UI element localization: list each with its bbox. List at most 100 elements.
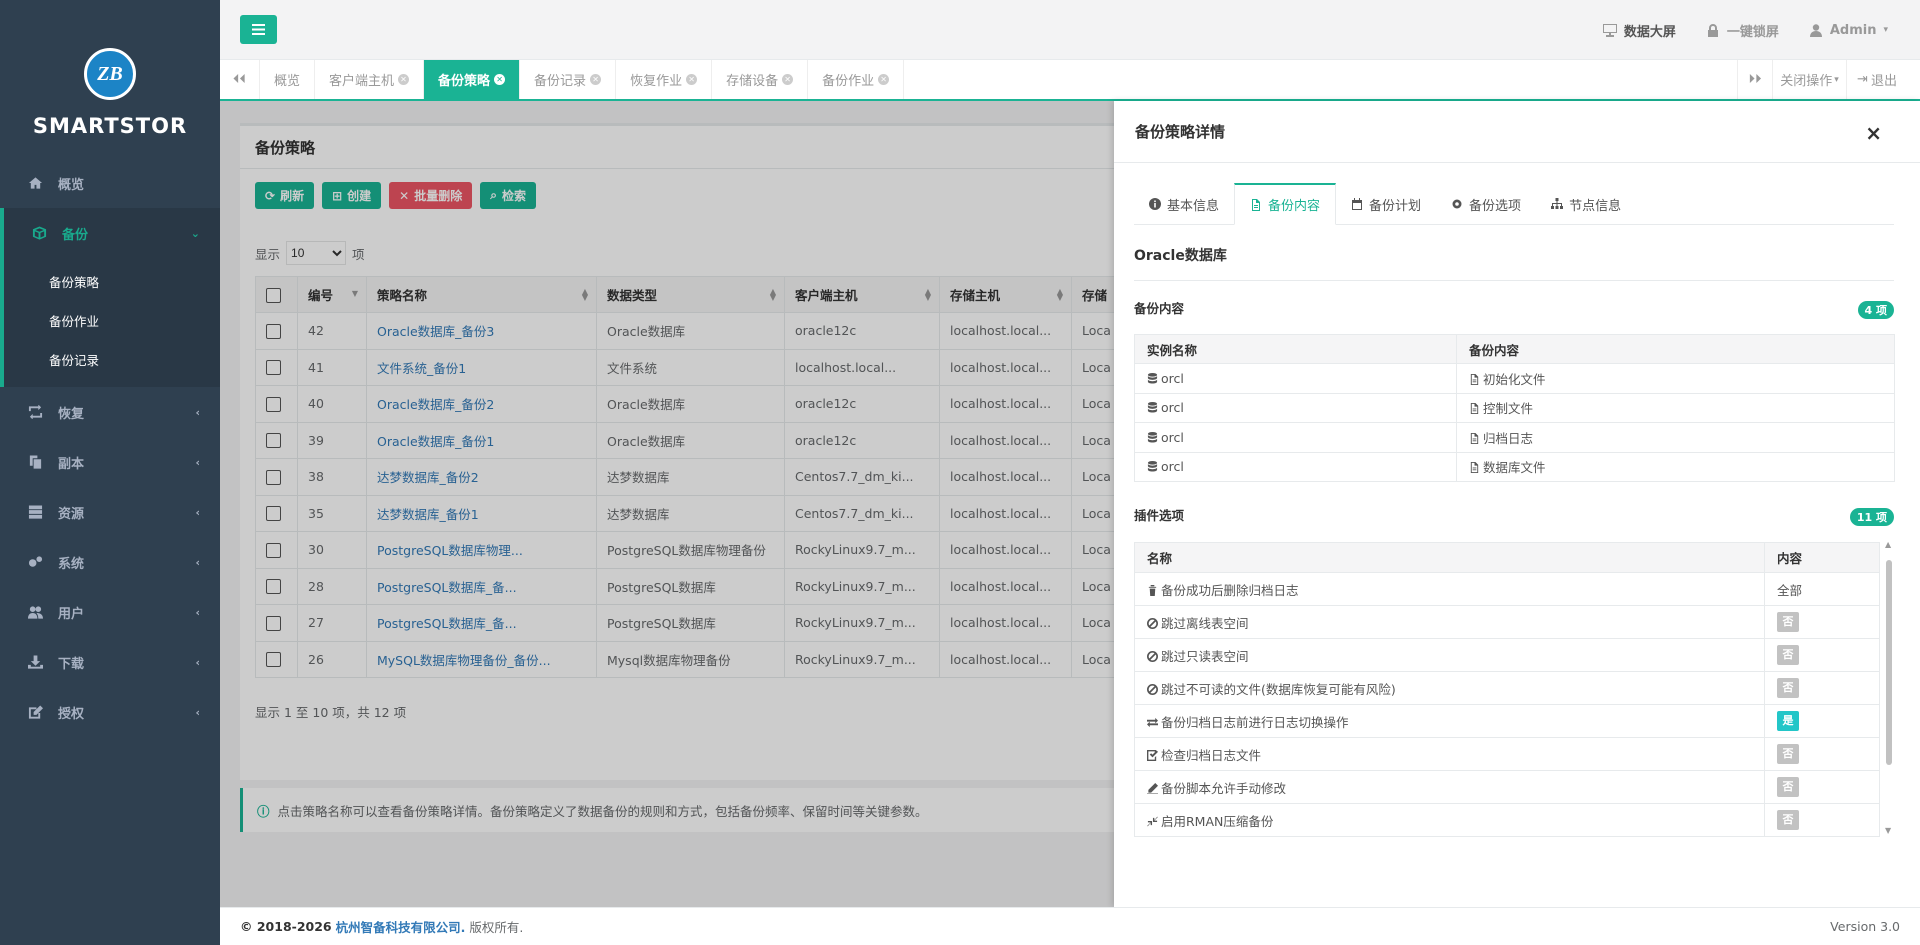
sidebar-subitem-backup-policy[interactable]: 备份策略 [4,262,220,301]
sidebar-item-restore[interactable]: 恢复 ‹ [0,387,220,437]
page-tab[interactable]: 存储设备 ✕ [712,60,809,99]
content-cell: 数据库文件 [1456,451,1895,482]
content-name: 数据库文件 [1483,460,1546,476]
download-icon [26,655,44,669]
check-square-icon [1147,749,1158,761]
tabs-scroll-left-button[interactable]: ⏴⏴ [220,60,260,99]
ban-icon [1147,683,1158,695]
scroll-up-icon[interactable]: ▲ [1885,540,1891,549]
close-icon[interactable]: × [1865,121,1882,145]
tab-label: 基本信息 [1167,198,1220,214]
table-row: orcl 控制文件 [1134,392,1895,423]
instance-cell: orcl [1134,451,1457,482]
user-menu-dropdown[interactable]: Admin ▾ [1809,23,1888,38]
tabs-scroll-right-button[interactable]: ⏵⏵ [1737,60,1773,99]
scroll-down-icon[interactable]: ▼ [1885,826,1891,835]
tab-node-info[interactable]: 节点信息 [1536,183,1636,225]
content-cell: 归档日志 [1456,422,1895,453]
content-name: 归档日志 [1483,430,1534,446]
tab-close-icon[interactable]: ✕ [590,74,602,85]
page-tab[interactable]: 备份策略 ✕ [424,60,521,99]
page-tab[interactable]: 恢复作业 ✕ [616,60,713,99]
user-name: Admin [1829,22,1877,38]
sidebar-subitem-backup-job[interactable]: 备份作业 [4,301,220,340]
lock-screen-link[interactable]: 一键锁屏 [1706,21,1779,40]
lock-icon [1707,23,1718,37]
sidebar-item-label: 备份 [62,227,89,243]
scrollbar-thumb[interactable] [1886,560,1892,765]
data-screen-link[interactable]: 数据大屏 [1602,21,1676,40]
page-tab[interactable]: 备份记录 ✕ [520,60,617,99]
option-value-badge: 否 [1777,678,1799,698]
caret-down-icon: ▾ [1834,74,1839,85]
sidebar-subitem-backup-record[interactable]: 备份记录 [4,340,220,379]
logo-icon: ZB [84,48,136,100]
content-name: 初始化文件 [1483,371,1546,387]
tab-close-icon[interactable]: ✕ [782,74,794,85]
tab-basic-info[interactable]: 基本信息 [1134,183,1234,225]
page-tab[interactable]: 概览 [260,60,316,99]
table-row: 备份成功后删除归档日志 全部 [1134,572,1880,606]
cube-icon [30,226,48,240]
tab-close-icon[interactable]: ✕ [494,74,506,85]
option-value-cell: 否 [1764,638,1880,672]
option-value-badge: 否 [1777,744,1799,764]
chevron-left-icon: ‹ [195,555,200,569]
tab-close-icon[interactable]: ✕ [878,74,890,85]
tab-close-icon[interactable]: ✕ [686,74,698,85]
tab-close-icon[interactable]: ✕ [398,74,410,85]
option-name-cell: 备份脚本允许手动修改 [1134,770,1765,804]
sidebar-item-overview[interactable]: 概览 [0,158,220,208]
backward-icon: ⏴⏴ [233,72,246,87]
instance-cell: orcl [1134,392,1457,423]
tab-backup-content[interactable]: 备份内容 [1234,183,1337,225]
table-row: orcl 数据库文件 [1134,451,1895,482]
tab-backup-options[interactable]: 备份选项 [1436,183,1536,225]
tab-label: 备份计划 [1369,198,1422,214]
sidebar-item-backup[interactable]: 备份 ⌄ [0,208,220,258]
chevron-left-icon: ‹ [195,505,200,519]
gear-icon [1452,199,1462,209]
option-value-badge: 是 [1777,711,1799,731]
sign-out-icon: ⇥ [1857,72,1868,87]
backup-content-body: orcl 初始化文件 orcl 控制文件 orcl 归档日志 orcl 数据库文件 [1134,363,1895,482]
logout-label: 退出 [1870,74,1897,89]
plugin-options-table: 名称 内容 备份成功后删除归档日志 全部 跳过离线表空间否跳过只读表空间否跳过不可读… [1134,542,1880,837]
policy-detail-drawer: 备份策略详情 × 基本信息 备份内容 备份计划 备份选项 节点信息 Oracle… [1114,101,1920,907]
logo-text: SMARTSTOR [32,114,188,138]
footer-company-link[interactable]: 杭州智备科技有限公司. [336,917,466,936]
sidebar-item-system[interactable]: 系统 ‹ [0,537,220,587]
logo[interactable]: ZB SMARTSTOR [0,0,220,158]
sidebar-item-resource[interactable]: 资源 ‹ [0,487,220,537]
chevron-down-icon: ⌄ [190,226,200,240]
table-row: orcl 初始化文件 [1134,363,1895,394]
options-scrollbar[interactable]: ▲ ▼ [1884,540,1894,842]
ban-icon [1147,617,1158,629]
caret-down-icon: ▾ [1883,25,1888,35]
page-tab[interactable]: 客户端主机 ✕ [315,60,425,99]
database-icon [1147,461,1158,472]
sidebar-item-license[interactable]: 授权 ‹ [0,687,220,737]
database-icon [1147,402,1158,413]
trash-icon [1148,584,1157,596]
desktop-icon [1602,23,1617,37]
instance-name: orcl [1161,459,1184,475]
server-icon [26,505,44,519]
option-name: 跳过离线表空间 [1161,615,1249,631]
close-ops-label: 关闭操作 [1780,74,1833,89]
menu-toggle-button[interactable] [240,15,277,44]
logout-button[interactable]: ⇥ 退出 [1847,60,1907,99]
sidebar-item-label: 恢复 [58,406,85,422]
page-tab-label: 概览 [274,74,301,89]
options-scroll-area[interactable]: 名称 内容 备份成功后删除归档日志 全部 跳过离线表空间否跳过只读表空间否跳过不可读… [1134,542,1895,842]
sidebar-item-replica[interactable]: 副本 ‹ [0,437,220,487]
drawer-tabs: 基本信息 备份内容 备份计划 备份选项 节点信息 [1134,183,1894,225]
close-ops-dropdown[interactable]: 关闭操作 ▾ [1773,60,1847,99]
tab-backup-schedule[interactable]: 备份计划 [1336,183,1436,225]
sidebar-item-user[interactable]: 用户 ‹ [0,587,220,637]
sidebar-item-label: 系统 [58,556,85,572]
sidebar-item-download[interactable]: 下载 ‹ [0,637,220,687]
page-tab[interactable]: 备份作业 ✕ [808,60,905,99]
option-name-cell: 启用RMAN压缩备份 [1134,803,1765,837]
top-navbar: 数据大屏 一键锁屏 Admin ▾ [220,0,1920,60]
